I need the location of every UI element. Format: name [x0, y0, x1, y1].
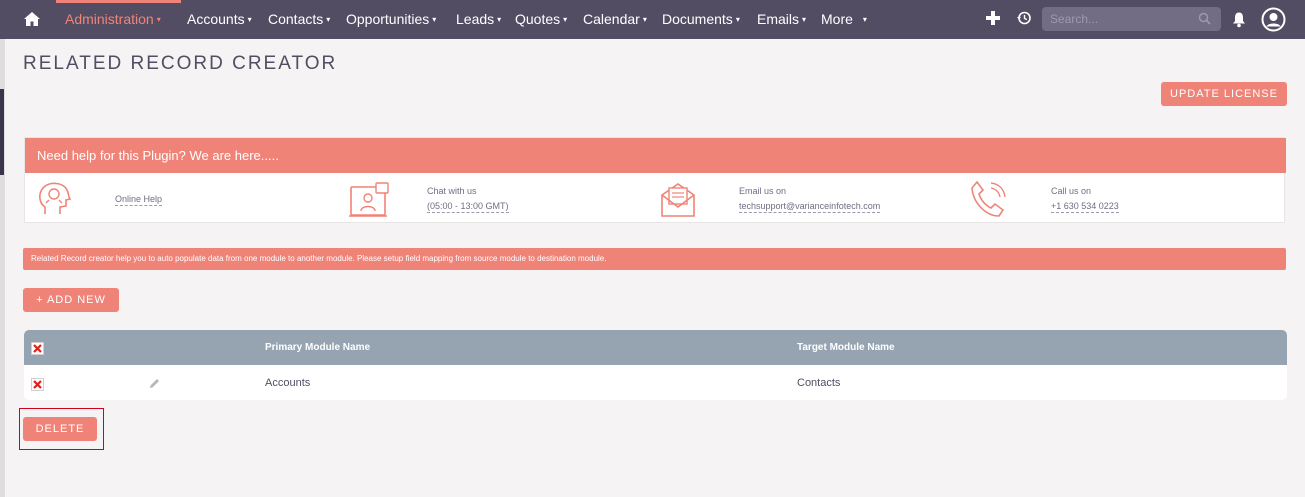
nav-item-contacts[interactable]: Contacts ▾ [268, 11, 330, 27]
chat-icon [349, 182, 389, 217]
help-heading: Need help for this Plugin? We are here..… [25, 138, 1286, 173]
nav-item-opportunities[interactable]: Opportunities ▾ [346, 11, 436, 27]
nav-item-accounts[interactable]: Accounts ▾ [187, 11, 252, 27]
nav-item-quotes[interactable]: Quotes ▾ [515, 11, 567, 27]
plus-icon[interactable] [984, 9, 1002, 27]
nav-item-administration[interactable]: Administration ▾ [65, 11, 161, 27]
email-label: Email us on [739, 186, 787, 196]
info-message: Related Record creator help you to auto … [23, 248, 1286, 270]
online-help-link[interactable]: Online Help [115, 193, 163, 206]
home-icon[interactable] [22, 9, 42, 29]
nav-item-calendar[interactable]: Calendar ▾ [583, 11, 647, 27]
row-delete-icon[interactable] [31, 378, 44, 391]
add-new-button[interactable]: + ADD NEW [23, 288, 119, 312]
nav-item-documents[interactable]: Documents ▾ [662, 11, 740, 27]
row-target-module: Contacts [797, 377, 841, 389]
sidebar-toggle-tab[interactable] [0, 89, 4, 175]
left-sidebar-strip [0, 39, 5, 497]
delete-button[interactable]: DELETE [23, 417, 97, 441]
nav-item-more[interactable]: More ▾ [821, 11, 867, 27]
chat-label: Chat with us [427, 186, 477, 196]
select-all-delete-icon[interactable] [31, 342, 44, 355]
help-panel: Need help for this Plugin? We are here..… [24, 137, 1286, 223]
table-header: Primary Module Name Target Module Name [24, 330, 1287, 365]
chat-hours: (05:00 - 13:00 GMT) [427, 201, 509, 213]
update-license-button[interactable]: UPDATE LICENSE [1161, 82, 1287, 106]
email-icon [661, 183, 695, 217]
user-icon[interactable] [1261, 7, 1286, 32]
online-help-icon [39, 182, 72, 214]
nav-item-emails[interactable]: Emails ▾ [757, 11, 806, 27]
row-primary-module: Accounts [265, 377, 311, 389]
search-icon[interactable] [1198, 12, 1211, 25]
phone-icon [971, 180, 1006, 217]
history-icon[interactable] [1016, 10, 1032, 26]
search-input[interactable] [1042, 7, 1221, 31]
bell-icon[interactable] [1231, 11, 1247, 28]
header-target-module: Target Module Name [797, 342, 895, 353]
nav-item-leads[interactable]: Leads ▾ [456, 11, 501, 27]
email-link[interactable]: techsupport@varianceinfotech.com [739, 200, 881, 213]
header-primary-module: Primary Module Name [265, 342, 371, 353]
phone-number[interactable]: +1 630 534 0223 [1051, 200, 1119, 213]
active-tab-indicator [56, 0, 181, 3]
call-label: Call us on [1051, 186, 1092, 196]
top-navigation-bar: Administration ▾ Accounts ▾ Contacts ▾ Oppo… [0, 0, 1305, 39]
page-title: RELATED RECORD CREATOR [23, 53, 338, 74]
mapping-table: Primary Module Name Target Module Name A… [24, 330, 1287, 400]
edit-pencil-icon[interactable] [148, 377, 161, 390]
